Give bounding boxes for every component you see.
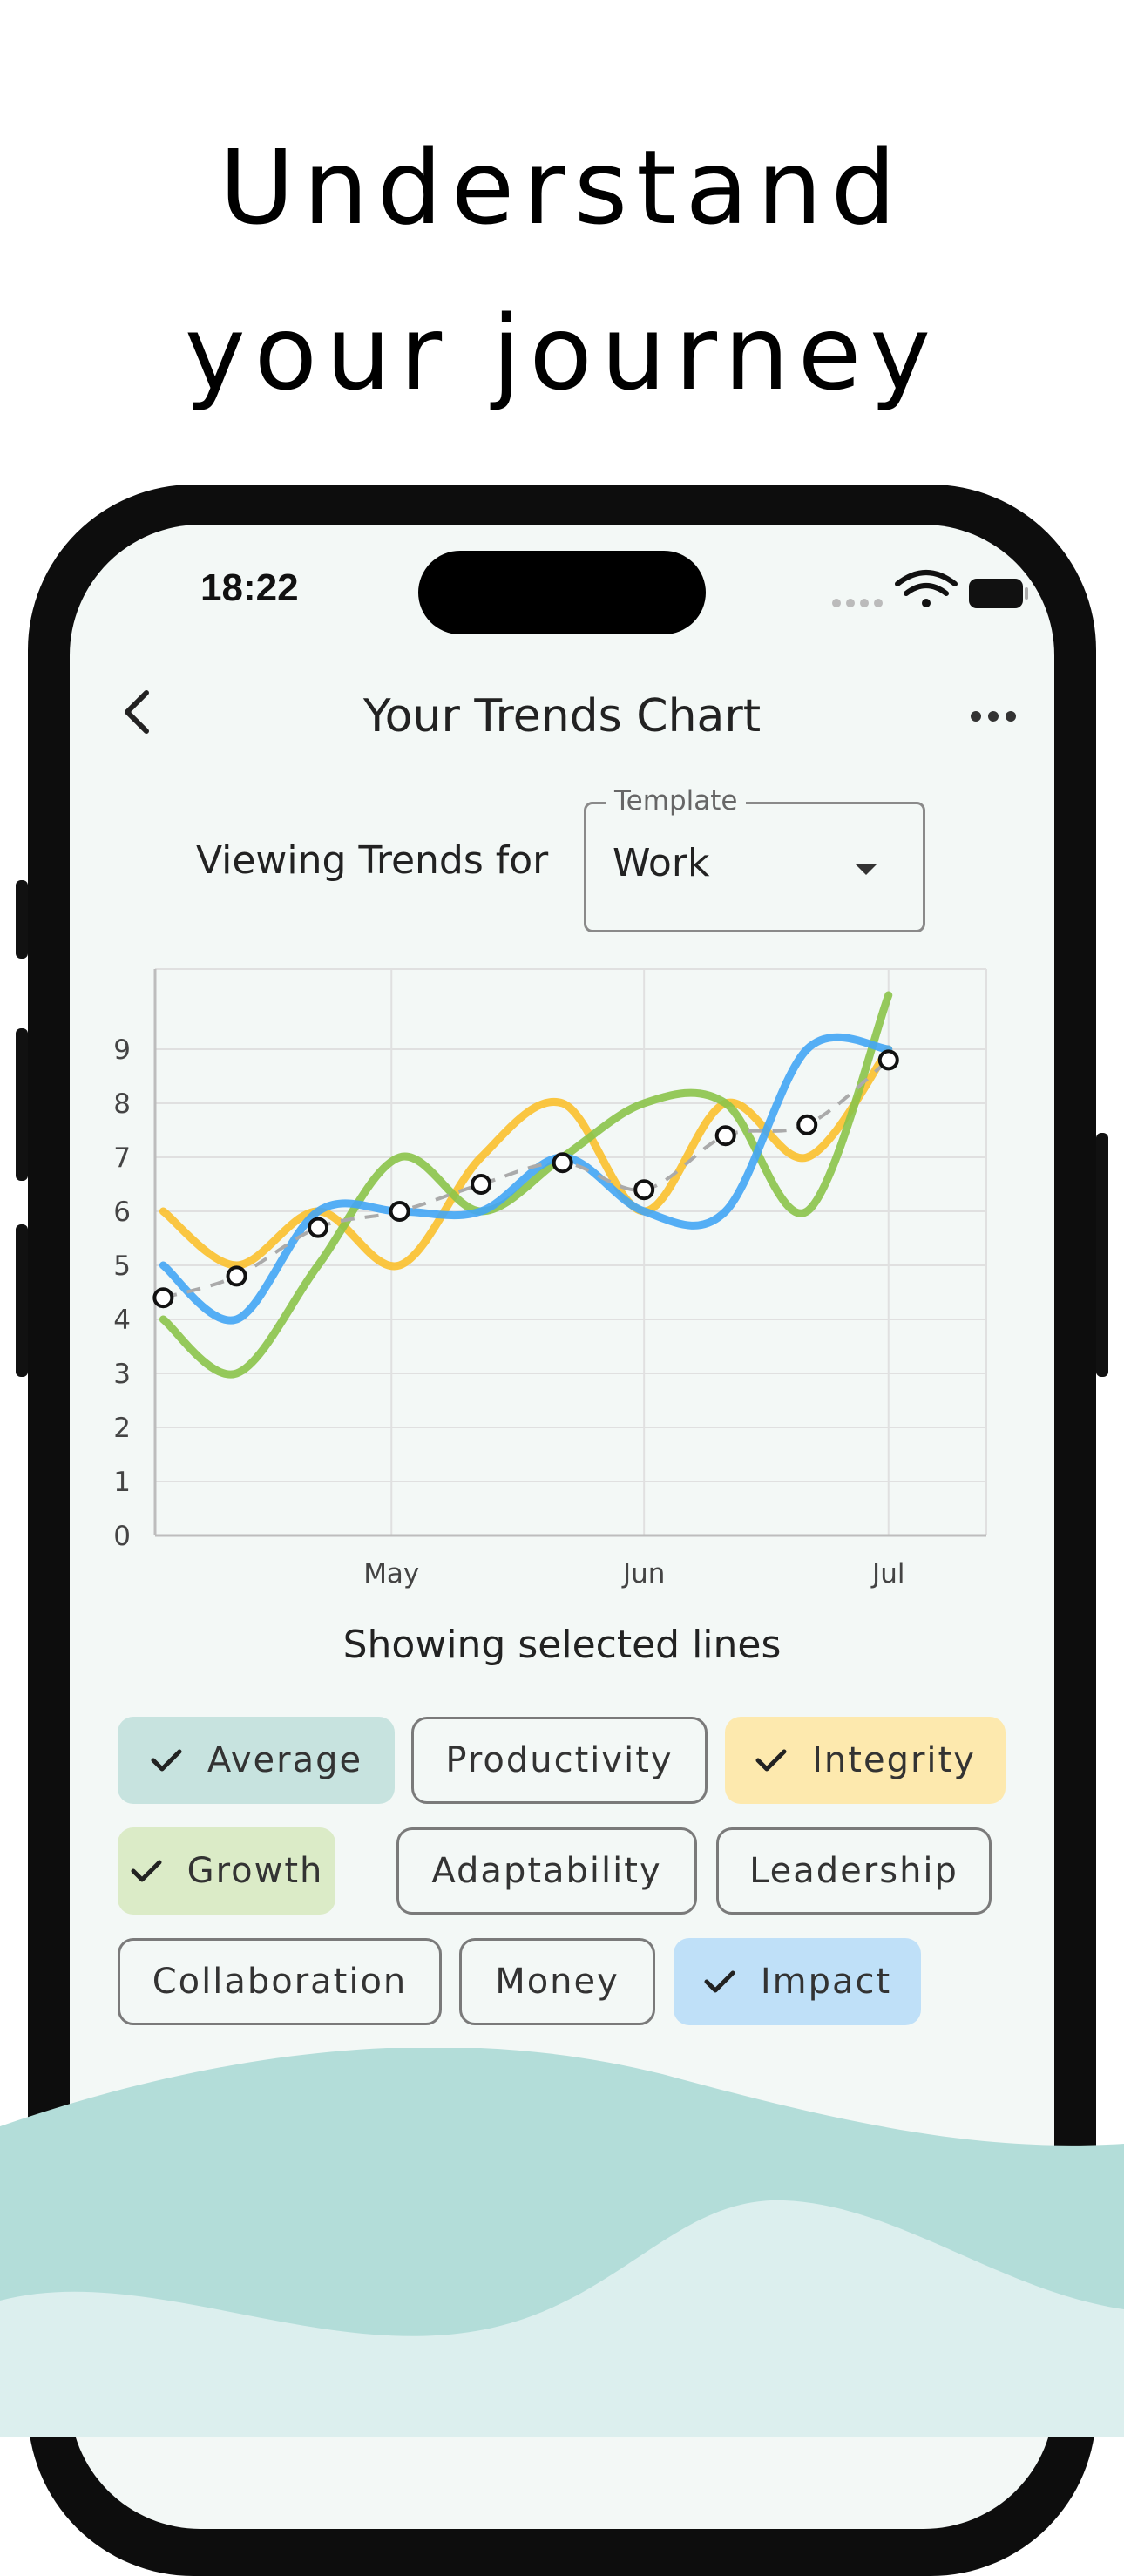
status-icons xyxy=(832,570,1028,608)
chip-label: Money xyxy=(495,1962,620,2002)
chip-impact[interactable]: Impact xyxy=(674,1938,921,2025)
status-time: 18:22 xyxy=(200,566,299,609)
page-title: Your Trends Chart xyxy=(362,690,762,742)
chip-average[interactable]: Average xyxy=(118,1717,395,1804)
chip-label: Growth xyxy=(186,1851,324,1891)
check-icon xyxy=(755,1749,787,1772)
headline-line-1: Understand xyxy=(219,127,905,247)
y-tick-label: 6 xyxy=(113,1196,131,1228)
y-tick-label: 0 xyxy=(113,1521,131,1552)
series-point-average xyxy=(877,1049,899,1071)
y-tick-label: 2 xyxy=(113,1413,131,1444)
series-point-average xyxy=(308,1217,329,1238)
phone-side-button xyxy=(16,880,28,959)
chip-growth[interactable]: Growth xyxy=(118,1827,335,1915)
chip-label: Leadership xyxy=(749,1851,958,1891)
chart-caption: Showing selected lines xyxy=(342,1623,782,1667)
check-icon xyxy=(151,1749,182,1772)
chip-label: Integrity xyxy=(812,1740,976,1780)
viewing-trends-label: Viewing Trends for xyxy=(196,838,549,883)
dynamic-island xyxy=(418,551,706,634)
headline: Understand your journey xyxy=(0,105,1124,436)
x-tick-label: Jun xyxy=(621,1558,665,1590)
template-dropdown-value: Work xyxy=(613,841,710,885)
template-dropdown[interactable]: Template Work xyxy=(584,785,925,932)
wifi-icon xyxy=(895,570,958,607)
series-point-average xyxy=(471,1174,492,1195)
chip-label: Collaboration xyxy=(152,1962,408,2002)
series-point-average xyxy=(714,1125,736,1147)
series-point-average xyxy=(796,1114,818,1135)
series-point-average xyxy=(152,1287,174,1309)
phone-volume-up-button xyxy=(16,1028,28,1181)
x-tick-label: Jul xyxy=(870,1558,904,1590)
more-horizontal-icon[interactable] xyxy=(967,708,1019,725)
chip-leadership[interactable]: Leadership xyxy=(716,1827,992,1915)
chip-collaboration[interactable]: Collaboration xyxy=(118,1938,442,2025)
chip-label: Productivity xyxy=(445,1740,674,1780)
chip-money[interactable]: Money xyxy=(459,1938,655,2025)
chip-label: Average xyxy=(207,1740,363,1780)
chip-label: Impact xyxy=(760,1962,892,2002)
y-tick-label: 3 xyxy=(113,1359,131,1390)
x-tick-label: May xyxy=(363,1558,419,1590)
trends-chart: 0 1 2 3 4 5 6 7 8 9 May Jun Jul xyxy=(113,968,987,1590)
signal-icon xyxy=(832,599,883,607)
check-icon xyxy=(131,1860,162,1882)
series-line-growth xyxy=(159,991,893,1379)
y-tick-label: 4 xyxy=(113,1305,131,1336)
headline-line-2: your journey xyxy=(184,293,940,413)
phone-power-button xyxy=(1096,1133,1108,1377)
series-point-average xyxy=(633,1179,655,1201)
decorative-wave xyxy=(0,2048,1124,2437)
template-dropdown-label: Template xyxy=(606,785,747,817)
y-tick-label: 1 xyxy=(113,1467,131,1498)
y-tick-label: 8 xyxy=(113,1088,131,1120)
caret-down-icon xyxy=(855,864,877,875)
series-point-average xyxy=(389,1201,410,1222)
phone-volume-down-button xyxy=(16,1224,28,1377)
series-line-impact xyxy=(159,1033,893,1325)
y-tick-label: 9 xyxy=(113,1034,131,1066)
chip-label: Adaptability xyxy=(431,1851,662,1891)
series-point-average xyxy=(226,1265,247,1287)
battery-icon xyxy=(969,579,1028,608)
y-tick-label: 7 xyxy=(113,1142,131,1174)
chip-adaptability[interactable]: Adaptability xyxy=(396,1827,697,1915)
check-icon xyxy=(704,1970,735,1993)
chip-productivity[interactable]: Productivity xyxy=(411,1717,708,1804)
chip-integrity[interactable]: Integrity xyxy=(725,1717,1006,1804)
y-tick-label: 5 xyxy=(113,1251,131,1282)
series-point-average xyxy=(552,1152,573,1174)
